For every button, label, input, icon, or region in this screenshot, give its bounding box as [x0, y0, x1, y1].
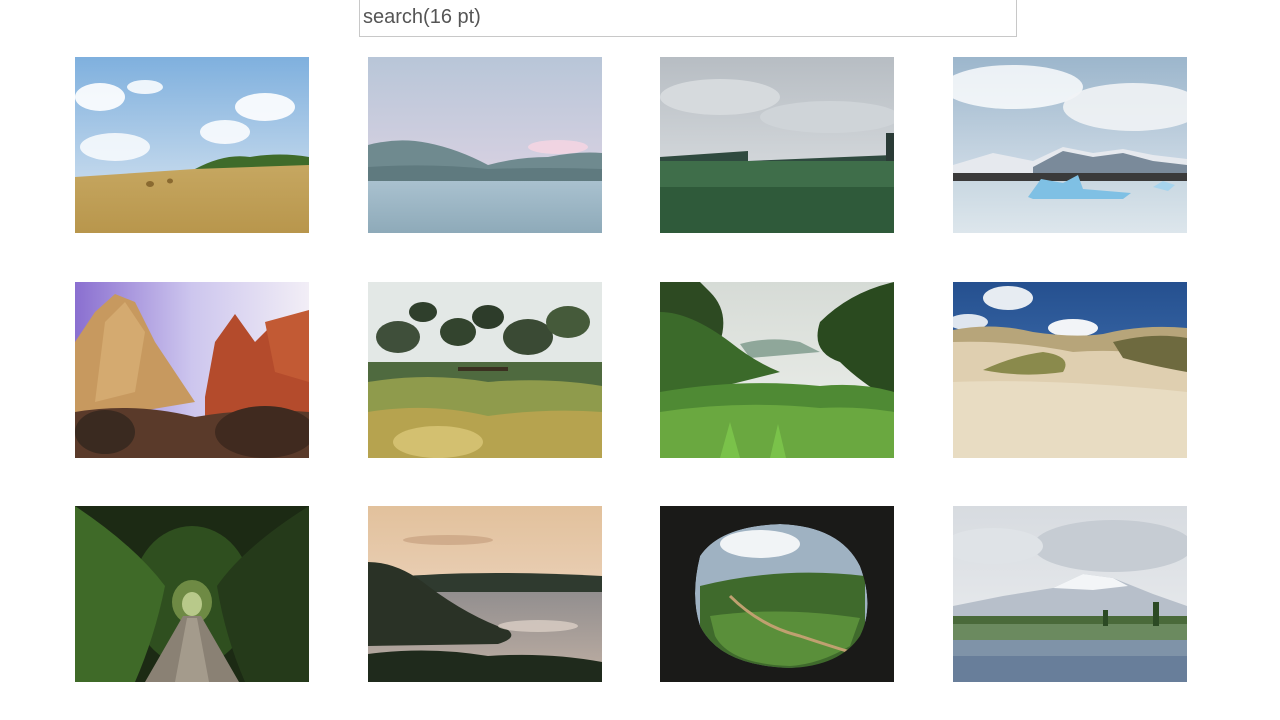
photo-coastal-sunset[interactable] [367, 506, 602, 682]
search-input[interactable] [359, 0, 1017, 37]
photo-red-rock-canyon[interactable] [75, 281, 309, 458]
photo-gallery [75, 57, 1188, 682]
photo-green-valley[interactable] [660, 281, 895, 458]
photo-hay-field[interactable] [75, 57, 309, 233]
photo-mountain-lake[interactable] [367, 57, 602, 233]
photo-green-meadow[interactable] [660, 57, 895, 233]
photo-lupine-field[interactable] [953, 506, 1188, 682]
photo-cave-view[interactable] [660, 506, 895, 682]
photo-garden-pines[interactable] [367, 281, 602, 458]
photo-sand-dunes[interactable] [953, 281, 1188, 458]
photo-glacier-lagoon[interactable] [953, 57, 1188, 233]
photo-forest-path[interactable] [75, 506, 309, 682]
